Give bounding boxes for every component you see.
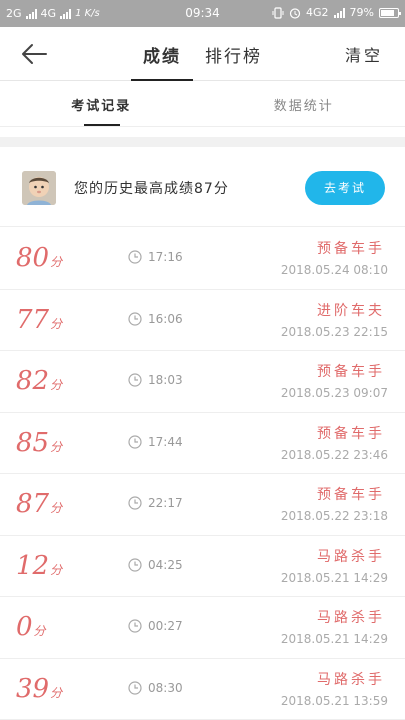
record-rank: 马路杀手 xyxy=(317,610,385,626)
record-score: 87分 xyxy=(16,489,62,519)
score-unit: 分 xyxy=(50,378,63,392)
avatar xyxy=(22,171,56,205)
vibrate-icon xyxy=(272,6,284,19)
score-value: 12 xyxy=(16,550,50,581)
network-label-3: 4G2 xyxy=(306,6,329,19)
score-value: 82 xyxy=(16,366,50,396)
record-row[interactable]: 12分 04:25 马路杀手 2018.05.21 14:29 xyxy=(0,536,405,597)
record-datetime: 2018.05.22 23:46 xyxy=(280,447,388,462)
clock-icon xyxy=(128,680,142,695)
subtab-data-stats[interactable]: 数据统计 xyxy=(203,82,405,126)
record-datetime: 2018.05.21 13:59 xyxy=(280,693,388,708)
record-duration: 22:17 xyxy=(128,496,183,510)
score-value: 85 xyxy=(16,427,50,458)
tab-scores[interactable]: 成绩 xyxy=(131,27,193,81)
score-unit: 分 xyxy=(50,562,63,577)
alarm-icon xyxy=(289,7,301,19)
record-row[interactable]: 77分 16:06 进阶车夫 2018.05.23 22:15 xyxy=(0,290,405,351)
record-rank: 马路杀手 xyxy=(317,548,385,565)
record-row[interactable]: 87分 22:17 预备车手 2018.05.22 23:18 xyxy=(0,474,405,536)
duration-value: 17:44 xyxy=(148,434,183,449)
clock-icon xyxy=(128,373,142,387)
best-score-text: 您的历史最高成绩87分 xyxy=(74,181,229,197)
score-value: 39 xyxy=(16,673,50,704)
record-duration: 08:30 xyxy=(128,681,183,695)
record-duration: 16:06 xyxy=(128,312,183,326)
duration-value: 17:16 xyxy=(148,250,183,264)
exam-records-list: 80分 17:16 预备车手 2018.05.24 08:10 77分 16:06 进阶车夫… xyxy=(0,228,405,720)
clock-icon xyxy=(128,619,142,633)
record-row[interactable]: 0分 00:27 马路杀手 2018.05.21 14:29 xyxy=(0,597,405,659)
sub-tab-bar: 考试记录 数据统计 xyxy=(0,82,405,127)
go-exam-button[interactable]: 去考试 xyxy=(305,171,385,205)
score-unit: 分 xyxy=(50,316,63,331)
clock-icon xyxy=(128,311,142,326)
record-datetime: 2018.05.23 09:07 xyxy=(280,386,388,400)
battery-percent: 79% xyxy=(349,6,374,19)
score-unit: 分 xyxy=(50,439,63,454)
score-unit: 分 xyxy=(50,501,63,515)
tab-ranking[interactable]: 排行榜 xyxy=(193,27,274,81)
record-rank: 预备车手 xyxy=(317,241,385,257)
record-datetime: 2018.05.22 23:18 xyxy=(280,509,388,523)
record-row[interactable]: 82分 18:03 预备车手 2018.05.23 09:07 xyxy=(0,351,405,413)
clock-icon xyxy=(128,434,142,449)
score-unit: 分 xyxy=(50,685,63,700)
record-rank: 马路杀手 xyxy=(317,671,385,688)
duration-value: 04:25 xyxy=(148,557,183,572)
record-duration: 00:27 xyxy=(128,619,183,633)
record-rank: 进阶车夫 xyxy=(317,302,385,319)
section-divider xyxy=(0,137,405,147)
record-row[interactable]: 80分 17:16 预备车手 2018.05.24 08:10 xyxy=(0,228,405,290)
record-duration: 18:03 xyxy=(128,373,183,387)
record-score: 80分 xyxy=(16,243,62,273)
record-datetime: 2018.05.21 14:29 xyxy=(280,570,388,585)
record-score: 12分 xyxy=(16,551,62,581)
clock-icon xyxy=(128,557,142,572)
score-value: 77 xyxy=(16,304,50,335)
best-score-row: 您的历史最高成绩87分 去考试 xyxy=(0,147,405,227)
record-score: 39分 xyxy=(16,674,62,704)
score-unit: 分 xyxy=(33,624,46,638)
header: 成绩 排行榜 清空 xyxy=(0,27,405,81)
record-rank: 预备车手 xyxy=(317,364,385,380)
signal-icon-3 xyxy=(333,7,345,18)
score-value: 80 xyxy=(16,243,50,273)
record-duration: 17:16 xyxy=(128,250,183,264)
duration-value: 22:17 xyxy=(148,496,183,510)
record-duration: 17:44 xyxy=(128,435,183,449)
record-score: 82分 xyxy=(16,366,62,396)
record-rank: 预备车手 xyxy=(317,487,385,503)
clear-button[interactable]: 清空 xyxy=(345,42,383,66)
duration-value: 08:30 xyxy=(148,680,183,695)
record-score: 85分 xyxy=(16,428,62,458)
record-datetime: 2018.05.21 14:29 xyxy=(280,632,388,646)
record-rank: 预备车手 xyxy=(317,425,385,442)
record-row[interactable]: 39分 08:30 马路杀手 2018.05.21 13:59 xyxy=(0,659,405,720)
status-bar: 2G 4G 1 K/s 09:34 4G2 79% xyxy=(0,0,405,27)
battery-icon xyxy=(379,7,401,18)
duration-value: 16:06 xyxy=(148,311,183,326)
record-datetime: 2018.05.24 08:10 xyxy=(280,263,388,277)
record-score: 0分 xyxy=(16,612,46,642)
record-score: 77分 xyxy=(16,305,62,335)
record-datetime: 2018.05.23 22:15 xyxy=(280,324,388,339)
clock-icon xyxy=(128,496,142,510)
score-value: 0 xyxy=(16,612,33,642)
score-value: 87 xyxy=(16,489,50,519)
record-duration: 04:25 xyxy=(128,558,183,572)
clock-icon xyxy=(128,250,142,264)
duration-value: 00:27 xyxy=(148,619,183,633)
subtab-exam-records[interactable]: 考试记录 xyxy=(0,82,203,126)
record-row[interactable]: 85分 17:44 预备车手 2018.05.22 23:46 xyxy=(0,413,405,474)
duration-value: 18:03 xyxy=(148,373,183,387)
score-unit: 分 xyxy=(50,255,63,269)
